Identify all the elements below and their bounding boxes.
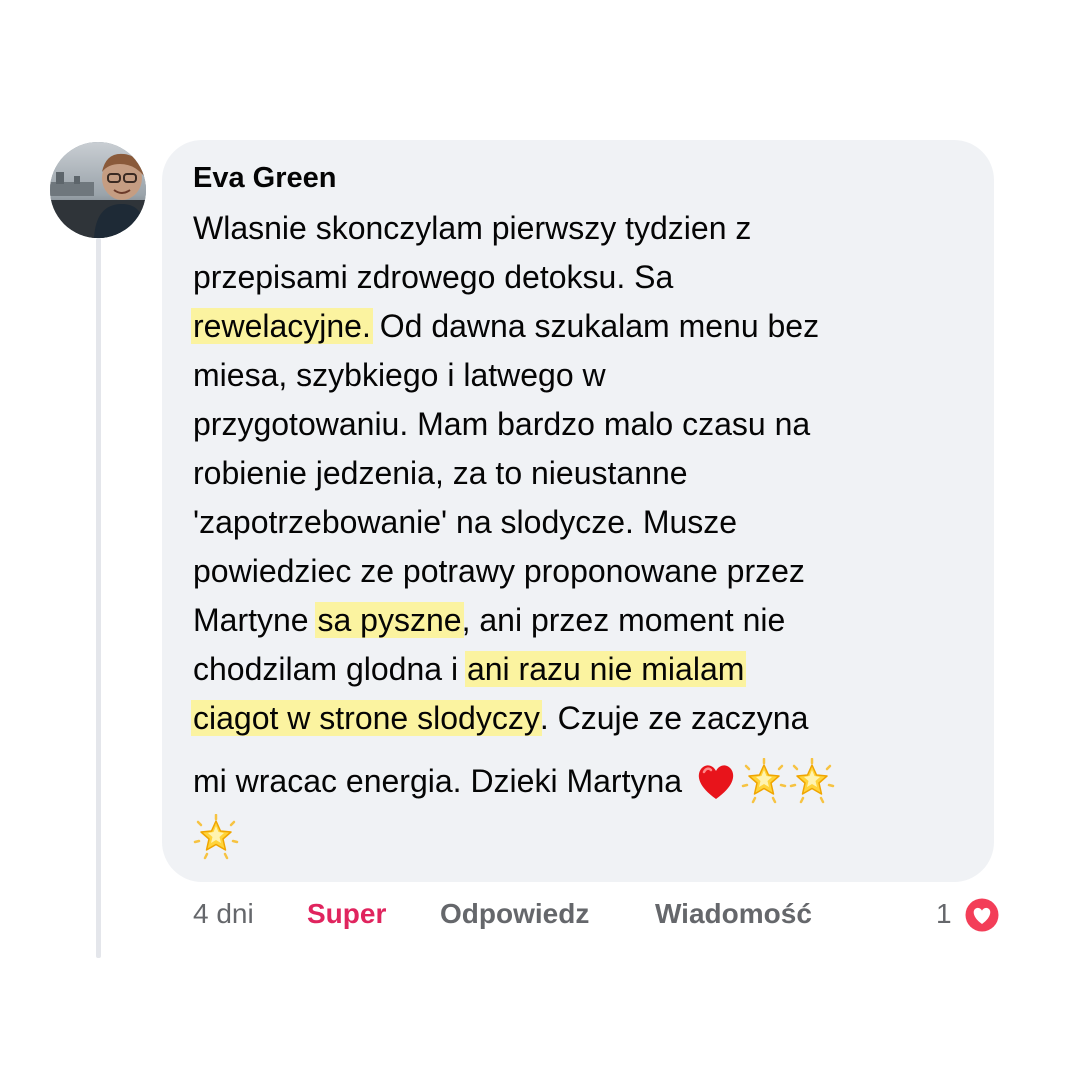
text-segment: miesa, szybkiego i latwego w [193,357,606,393]
comment-line: robienie jedzenia, za to nieustanne [193,453,688,493]
comment-line: rewelacyjne. Od dawna szukalam menu bez [191,306,820,346]
highlighted-text: rewelacyjne. [191,308,373,344]
text-segment: , ani przez moment nie [461,602,786,638]
highlighted-text: sa pyszne [315,602,464,638]
thread-line [96,238,101,958]
comment-line [193,814,239,860]
glowing-star-emoji [789,758,835,804]
comment-author[interactable]: Eva Green [193,160,336,196]
text-segment: . Czuje ze zaczyna [539,700,809,736]
comment-line: powiedziec ze potrawy proponowane przez [193,551,805,591]
comment-line: Wlasnie skonczylam pierwszy tydzien z [193,208,751,248]
comment-line: miesa, szybkiego i latwego w [193,355,606,395]
text-segment: Od dawna szukalam menu bez [370,308,820,344]
highlighted-text: ani razu nie mialam [464,651,747,687]
text-segment: mi wracac energia. Dzieki Martyna [193,763,691,799]
reaction-button[interactable]: Super [307,896,386,932]
message-button[interactable]: Wiadomość [655,896,812,932]
comment-line: przygotowaniu. Mam bardzo malo czasu na [193,404,810,444]
comment-timestamp[interactable]: 4 dni [193,896,254,932]
red-heart-emoji [693,758,739,804]
comment-line: mi wracac energia. Dzieki Martyna [193,758,835,804]
text-segment: Wlasnie skonczylam pierwszy tydzien z [193,210,752,246]
text-segment: chodzilam glodna i [193,651,467,687]
comment-line: Martyne sa pyszne, ani przez moment nie [193,600,785,640]
glowing-star-emoji [193,814,239,860]
text-segment: Martyne [193,602,318,638]
text-segment: powiedziec ze potrawy proponowane przez [193,553,805,589]
glowing-star-emoji [741,758,787,804]
reply-button[interactable]: Odpowiedz [440,896,589,932]
comment-line: 'zapotrzebowanie' na slodycze. Musze [193,502,737,542]
heart-reaction-icon[interactable] [962,895,1002,935]
comment-line: przepisami zdrowego detoksu. Sa [193,257,673,297]
comment-line: ciagot w strone slodyczy. Czuje ze zaczy… [191,698,809,738]
comment-line: chodzilam glodna i ani razu nie mialam [193,649,747,689]
reaction-count[interactable]: 1 [936,896,952,932]
avatar[interactable] [50,142,146,238]
text-segment: przygotowaniu. Mam bardzo malo czasu na [193,406,811,442]
highlighted-text: ciagot w strone slodyczy [191,700,542,736]
text-segment: robienie jedzenia, za to nieustanne [193,455,688,491]
text-segment: przepisami zdrowego detoksu. Sa [193,259,674,295]
text-segment: 'zapotrzebowanie' na slodycze. Musze [193,504,738,540]
